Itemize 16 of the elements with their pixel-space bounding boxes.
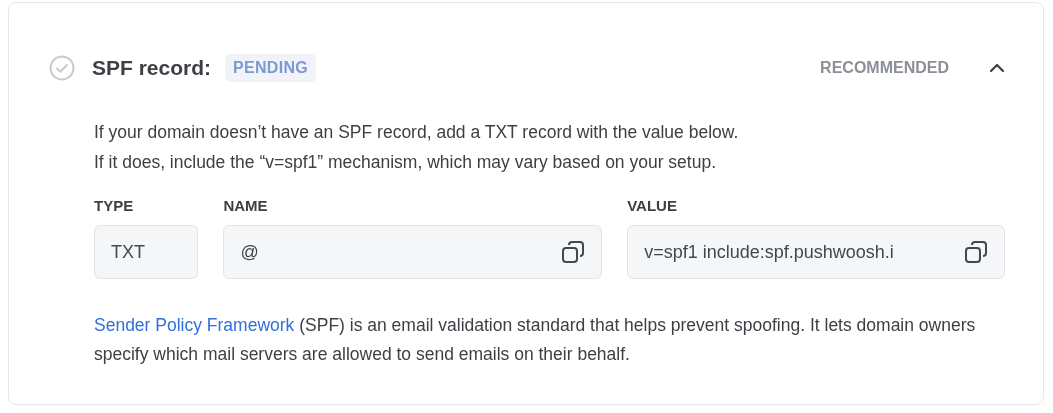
status-badge: PENDING <box>225 54 317 82</box>
field-label: NAME <box>223 197 269 214</box>
record-field[interactable]: TXT <box>94 225 199 279</box>
recommended-label: RECOMMENDED <box>820 59 949 77</box>
record-field[interactable]: v=spf1 include:spf.pushwoosh.i <box>627 225 1005 279</box>
copy-icon[interactable] <box>561 240 586 264</box>
record-title: SPF record: <box>92 56 212 80</box>
chevron-icon[interactable] <box>989 63 1005 73</box>
description-text: If your domain doesn’t have an SPF record, add a TXT record with the value below. <box>94 121 740 144</box>
description-text: If it does, include the “v=spf1” mechanism, which may vary based on your setup. <box>94 151 718 174</box>
field-label: TYPE <box>94 197 135 214</box>
record-field[interactable]: @ <box>223 225 603 279</box>
footer-text: Sender Policy Framework (SPF) is an email validation standard that helps prevent spoofing. It lets domain owners specify which mail servers are allowed to send emails on their behalf. <box>94 314 977 366</box>
field-label: VALUE <box>627 197 678 214</box>
copy-icon[interactable] <box>964 240 988 264</box>
spf-link[interactable]: Sender Policy Framework <box>94 315 295 335</box>
